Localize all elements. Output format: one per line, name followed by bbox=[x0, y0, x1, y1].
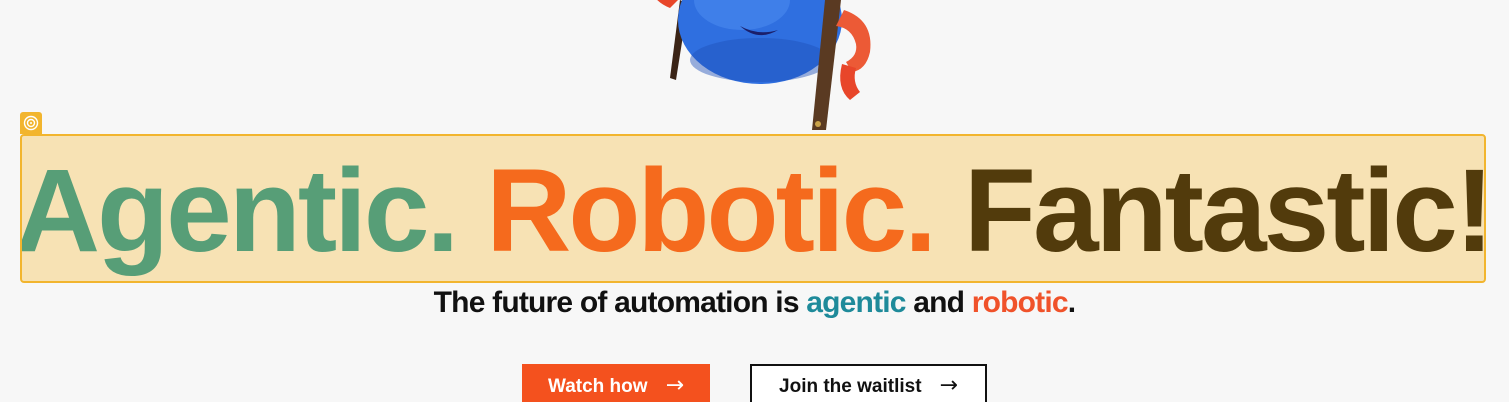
selection-badge[interactable] bbox=[20, 112, 42, 134]
headline-selection-box[interactable]: Agentic. Robotic. Fantastic! bbox=[20, 134, 1486, 283]
subtitle-middle: and bbox=[905, 286, 972, 319]
subtitle-prefix: The future of automation is bbox=[433, 286, 807, 319]
watch-how-label: Watch how bbox=[547, 376, 648, 397]
robot-mascot bbox=[657, 0, 871, 130]
headline-word-fantastic: Fantastic! bbox=[963, 144, 1486, 277]
target-icon bbox=[23, 115, 39, 131]
arrow-right-icon: → bbox=[665, 373, 684, 398]
hero-subtitle: The future of automation is agentic and … bbox=[0, 286, 1509, 320]
join-waitlist-button[interactable]: Join the waitlist → bbox=[750, 364, 987, 402]
arrow-right-icon: → bbox=[939, 373, 958, 398]
headline-word-agentic: Agentic. bbox=[20, 144, 459, 277]
watch-how-button[interactable]: Watch how → bbox=[522, 364, 710, 402]
headline-word-robotic: Robotic. bbox=[486, 144, 937, 277]
subtitle-highlight-robotic: robotic bbox=[971, 286, 1069, 319]
hero-headline: Agentic. Robotic. Fantastic! bbox=[22, 152, 1484, 270]
hero-section: Agentic. Robotic. Fantastic! The future … bbox=[0, 0, 1509, 402]
join-waitlist-label: Join the waitlist bbox=[779, 376, 922, 397]
subtitle-highlight-agentic: agentic bbox=[806, 286, 906, 319]
subtitle-suffix: . bbox=[1067, 286, 1076, 319]
